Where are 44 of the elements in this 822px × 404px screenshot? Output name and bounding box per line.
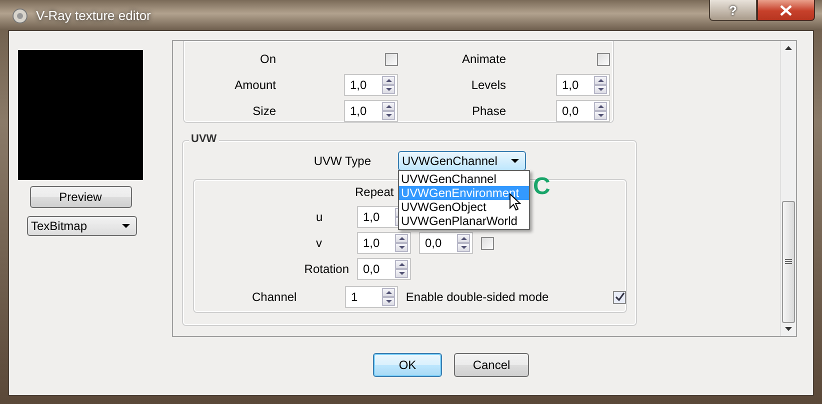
field-label: On (258, 52, 277, 66)
cancel-button[interactable]: Cancel (454, 353, 529, 377)
caret-icon (122, 224, 130, 228)
scroll-down-icon (785, 327, 792, 331)
vertical-scrollbar[interactable] (780, 41, 796, 336)
checkbox[interactable] (613, 290, 626, 304)
app-icon (12, 8, 28, 24)
checkbox[interactable] (481, 236, 494, 250)
number-spinner[interactable]: 1 (345, 286, 398, 308)
number-spinner[interactable]: 1,0 (556, 74, 610, 96)
caret-icon (511, 159, 519, 163)
field-label: Channel (251, 290, 298, 304)
close-icon (780, 4, 792, 16)
field-label: Size (252, 104, 277, 118)
number-spinner[interactable]: 1,0 (344, 74, 398, 96)
field-label: Animate (460, 52, 507, 66)
scroll-thumb[interactable] (782, 201, 795, 323)
field-label: Levels (470, 78, 507, 92)
field-label: Enable double-sided mode (406, 290, 550, 304)
window-title: V-Ray texture editor (36, 8, 151, 23)
number-spinner[interactable]: 1,0 (357, 232, 411, 254)
uvw-type-dropdown[interactable]: UVWGenChannel (398, 151, 526, 171)
group-title: UVW (189, 133, 219, 145)
texture-type-dropdown[interactable]: TexBitmap (27, 216, 137, 236)
preview-button[interactable]: Preview (30, 186, 132, 208)
scroll-up-icon (785, 46, 792, 50)
grip-icon (785, 259, 792, 265)
number-spinner[interactable]: 0,0 (357, 258, 411, 280)
field-label: u (315, 210, 324, 224)
field-label: Amount (234, 78, 277, 92)
number-spinner[interactable]: 1,0 (344, 100, 398, 122)
checkbox[interactable] (385, 52, 398, 66)
number-spinner[interactable]: 0,0 (556, 100, 610, 122)
ok-button[interactable]: OK (373, 353, 442, 377)
annotation-letter: C (533, 175, 550, 199)
column-header: Repeat (355, 184, 394, 201)
dropdown-option[interactable]: UVWGenChannel (399, 172, 529, 186)
field-label: Rotation (303, 262, 349, 276)
field-label: Phase (470, 104, 507, 118)
number-spinner[interactable]: 0,0 (419, 232, 473, 254)
checkbox[interactable] (597, 52, 610, 66)
field-label: UVW Type (312, 154, 371, 168)
close-button[interactable] (757, 0, 815, 21)
field-label: v (315, 236, 323, 250)
